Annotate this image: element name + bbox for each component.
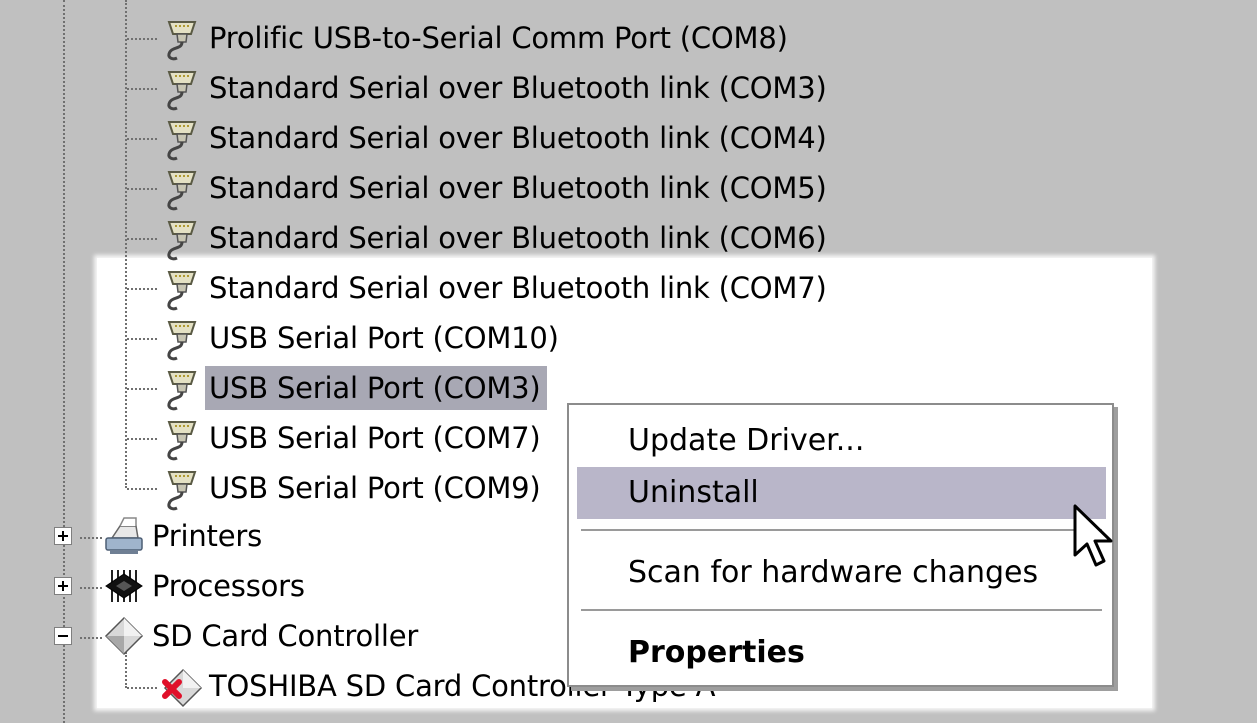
serial-port-icon: [167, 121, 197, 161]
tree-item-port[interactable]: Standard Serial over Bluetooth link (COM…: [157, 114, 833, 162]
collapse-sd-card-button[interactable]: [54, 627, 72, 645]
tree-item-printers[interactable]: Printers: [100, 512, 268, 560]
tree-item-processors[interactable]: Processors: [100, 562, 311, 610]
expand-processors-button[interactable]: [54, 577, 72, 595]
tree-item-port[interactable]: Standard Serial over Bluetooth link (COM…: [157, 164, 833, 212]
tree-item-port[interactable]: Prolific USB-to-Serial Comm Port (COM8): [157, 14, 794, 62]
tree-item-port[interactable]: Standard Serial over Bluetooth link (COM…: [157, 264, 833, 312]
tree-item-label: Standard Serial over Bluetooth link (COM…: [209, 171, 827, 205]
tree-item-label: USB Serial Port (COM7): [209, 421, 541, 455]
serial-port-icon: [167, 321, 197, 361]
tree-item-port[interactable]: USB Serial Port (COM9): [157, 464, 547, 512]
context-menu: Update Driver... Uninstall Scan for hard…: [567, 403, 1114, 687]
tree-item-label: Standard Serial over Bluetooth link (COM…: [209, 271, 827, 305]
printer-icon: [105, 517, 143, 554]
menu-separator: [581, 529, 1102, 532]
serial-port-icon: [167, 171, 197, 211]
connector: [127, 488, 157, 490]
tree-item-label: Processors: [152, 569, 305, 603]
mouse-cursor-icon: [1073, 504, 1113, 567]
connector: [127, 687, 157, 689]
tree-item-port[interactable]: USB Serial Port (COM3): [157, 364, 547, 412]
serial-port-icon: [167, 71, 197, 111]
tree-item-label: USB Serial Port (COM9): [209, 471, 541, 505]
connector: [127, 338, 157, 340]
connector: [127, 88, 157, 90]
tree-item-label: Standard Serial over Bluetooth link (COM…: [209, 121, 827, 155]
tree-item-label: USB Serial Port (COM10): [209, 321, 559, 355]
serial-port-icon: [167, 221, 197, 261]
tree-item-label: Prolific USB-to-Serial Comm Port (COM8): [209, 21, 788, 55]
expand-printers-button[interactable]: [54, 527, 72, 545]
tree-root-line: [63, 0, 65, 723]
disabled-device-icon: [162, 668, 203, 708]
connector: [127, 288, 157, 290]
ports-branch-line: [125, 0, 127, 488]
connector: [127, 238, 157, 240]
tree-item-port[interactable]: USB Serial Port (COM7): [157, 414, 547, 462]
tree-item-port[interactable]: Standard Serial over Bluetooth link (COM…: [157, 64, 833, 112]
serial-port-icon: [167, 421, 197, 461]
connector: [80, 537, 102, 539]
menu-separator: [581, 609, 1102, 612]
connector: [127, 438, 157, 440]
menu-item-uninstall[interactable]: Uninstall: [577, 467, 1106, 519]
tree-item-label: Standard Serial over Bluetooth link (COM…: [209, 221, 827, 255]
connector: [80, 637, 102, 639]
processor-icon: [105, 570, 143, 602]
sd-card-icon: [104, 616, 144, 656]
menu-item-update-driver[interactable]: Update Driver...: [577, 415, 1106, 467]
tree-item-port[interactable]: USB Serial Port (COM10): [157, 314, 565, 362]
tree-item-port[interactable]: Standard Serial over Bluetooth link (COM…: [157, 214, 833, 262]
serial-port-icon: [167, 21, 197, 61]
connector: [127, 388, 157, 390]
device-manager-tree: Prolific USB-to-Serial Comm Port (COM8) S…: [0, 0, 1257, 723]
serial-port-icon: [167, 271, 197, 311]
tree-item-label: Standard Serial over Bluetooth link (COM…: [209, 71, 827, 105]
tree-item-label: USB Serial Port (COM3): [205, 366, 547, 410]
connector: [127, 38, 157, 40]
menu-item-properties[interactable]: Properties: [577, 627, 1106, 679]
serial-port-icon: [167, 471, 197, 511]
connector: [127, 188, 157, 190]
tree-item-label: Printers: [152, 519, 262, 553]
serial-port-icon: [167, 371, 197, 411]
tree-item-sd-card-controller[interactable]: SD Card Controller: [100, 612, 424, 660]
connector: [127, 138, 157, 140]
tree-item-label: SD Card Controller: [152, 619, 419, 653]
connector: [80, 587, 102, 589]
menu-item-scan-hardware[interactable]: Scan for hardware changes: [577, 547, 1106, 599]
